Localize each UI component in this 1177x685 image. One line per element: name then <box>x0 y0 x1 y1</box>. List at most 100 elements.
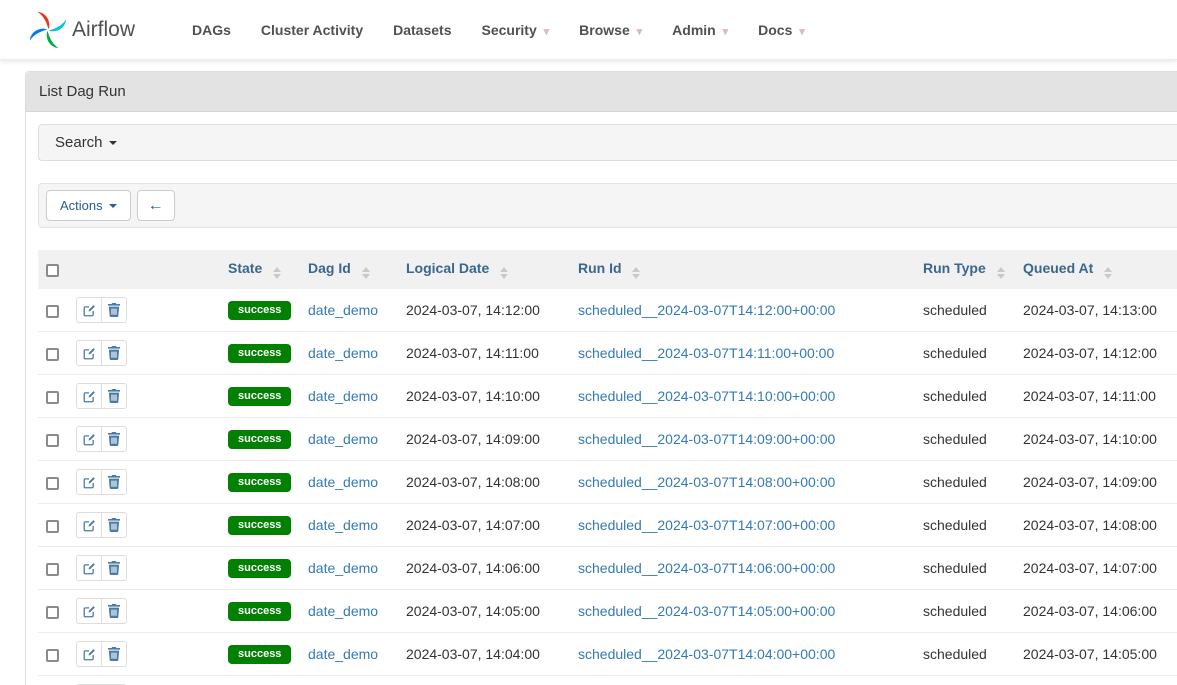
run-id-link[interactable]: scheduled__2024-03-07T14:06:00+00:00 <box>578 560 835 576</box>
edit-record-button[interactable] <box>76 426 102 452</box>
dag-id-link[interactable]: date_demo <box>308 431 378 447</box>
edit-record-button[interactable] <box>76 383 102 409</box>
delete-record-button[interactable] <box>101 641 127 667</box>
row-checkbox[interactable] <box>46 305 59 318</box>
sort-icon[interactable] <box>997 267 1005 279</box>
trash-icon <box>108 604 120 618</box>
run-id-link[interactable]: scheduled__2024-03-07T14:05:00+00:00 <box>578 603 835 619</box>
back-button[interactable]: ← <box>137 190 175 221</box>
state-badge: success <box>228 387 291 406</box>
logical-date-cell: 2024-03-07, 14:03:00 <box>398 676 570 685</box>
delete-record-button[interactable] <box>101 383 127 409</box>
table-row: success date_demo 2024-03-07, 14:10:00 s… <box>38 375 1177 418</box>
row-checkbox[interactable] <box>46 520 59 533</box>
nav-item[interactable]: Browse ▾ <box>564 22 657 38</box>
edit-icon <box>83 390 96 403</box>
table-row: success date_demo 2024-03-07, 14:04:00 s… <box>38 633 1177 676</box>
column-header-label: State <box>228 260 262 276</box>
logical-date-cell: 2024-03-07, 14:10:00 <box>398 375 570 418</box>
select-all-checkbox[interactable] <box>46 264 59 277</box>
dag-id-link[interactable]: date_demo <box>308 302 378 318</box>
sort-icon[interactable] <box>362 267 370 279</box>
airflow-home-link[interactable]: Airflow <box>28 10 135 50</box>
queued-at-cell: 2024-03-07, 14:06:00 <box>1015 590 1177 633</box>
row-checkbox[interactable] <box>46 434 59 447</box>
nav-item[interactable]: Docs ▾ <box>743 22 820 38</box>
logical-date-cell: 2024-03-07, 14:11:00 <box>398 332 570 375</box>
chevron-down-icon: ▾ <box>544 26 550 38</box>
table-row: success date_demo 2024-03-07, 14:11:00 s… <box>38 332 1177 375</box>
panel-body: Search Actions ← <box>26 112 1177 685</box>
dag-id-link[interactable]: date_demo <box>308 474 378 490</box>
row-checkbox[interactable] <box>46 391 59 404</box>
edit-record-button[interactable] <box>76 297 102 323</box>
row-action-group <box>76 383 127 409</box>
edit-record-button[interactable] <box>76 512 102 538</box>
row-action-group <box>76 340 127 366</box>
trash-icon <box>108 561 120 575</box>
run-id-link[interactable]: scheduled__2024-03-07T14:04:00+00:00 <box>578 646 835 662</box>
run-type-cell: scheduled <box>915 547 1015 590</box>
delete-record-button[interactable] <box>101 555 127 581</box>
nav-item-label: Datasets <box>393 22 451 38</box>
actions-button[interactable]: Actions <box>46 190 131 221</box>
edit-icon <box>83 519 96 532</box>
state-badge: success <box>228 602 291 621</box>
edit-record-button[interactable] <box>76 598 102 624</box>
nav-item[interactable]: Cluster Activity <box>246 22 378 38</box>
column-header[interactable]: State <box>220 250 300 289</box>
sort-icon[interactable] <box>632 267 640 279</box>
sort-icon[interactable] <box>273 267 281 279</box>
delete-record-button[interactable] <box>101 426 127 452</box>
row-checkbox[interactable] <box>46 477 59 490</box>
top-navbar: Airflow DAGs Cluster Activity Datasets S… <box>0 0 1177 60</box>
edit-record-button[interactable] <box>76 641 102 667</box>
queued-at-cell: 2024-03-07, 14:09:00 <box>1015 461 1177 504</box>
run-id-link[interactable]: scheduled__2024-03-07T14:09:00+00:00 <box>578 431 835 447</box>
nav-item[interactable]: Admin ▾ <box>657 22 743 38</box>
nav-item[interactable]: Security ▾ <box>466 22 564 38</box>
delete-record-button[interactable] <box>101 297 127 323</box>
edit-icon <box>83 304 96 317</box>
dag-id-link[interactable]: date_demo <box>308 560 378 576</box>
delete-record-button[interactable] <box>101 598 127 624</box>
run-type-cell: scheduled <box>915 289 1015 332</box>
run-id-link[interactable]: scheduled__2024-03-07T14:11:00+00:00 <box>578 345 834 361</box>
table-row: success date_demo 2024-03-07, 14:03:00 s… <box>38 676 1177 685</box>
row-checkbox[interactable] <box>46 649 59 662</box>
column-header[interactable]: Queued At <box>1015 250 1177 289</box>
row-checkbox[interactable] <box>46 348 59 361</box>
dag-id-link[interactable]: date_demo <box>308 345 378 361</box>
edit-record-button[interactable] <box>76 555 102 581</box>
run-id-link[interactable]: scheduled__2024-03-07T14:07:00+00:00 <box>578 517 835 533</box>
column-header[interactable]: Logical Date <box>398 250 570 289</box>
row-checkbox[interactable] <box>46 563 59 576</box>
edit-icon <box>83 562 96 575</box>
column-header[interactable]: Dag Id <box>300 250 398 289</box>
nav-item-label: Docs <box>758 22 792 38</box>
run-type-cell: scheduled <box>915 461 1015 504</box>
dag-id-link[interactable]: date_demo <box>308 603 378 619</box>
search-dropdown[interactable]: Search <box>38 124 1177 161</box>
edit-icon <box>83 476 96 489</box>
edit-record-button[interactable] <box>76 469 102 495</box>
column-header[interactable]: Run Type <box>915 250 1015 289</box>
delete-record-button[interactable] <box>101 469 127 495</box>
nav-item[interactable]: Datasets <box>378 22 466 38</box>
row-checkbox[interactable] <box>46 606 59 619</box>
edit-icon <box>83 648 96 661</box>
sort-icon[interactable] <box>1104 267 1112 279</box>
nav-item[interactable]: DAGs <box>177 22 246 38</box>
sort-icon[interactable] <box>500 267 508 279</box>
run-id-link[interactable]: scheduled__2024-03-07T14:10:00+00:00 <box>578 388 835 404</box>
delete-record-button[interactable] <box>101 340 127 366</box>
column-header[interactable]: Run Id <box>570 250 915 289</box>
run-id-link[interactable]: scheduled__2024-03-07T14:08:00+00:00 <box>578 474 835 490</box>
run-id-link[interactable]: scheduled__2024-03-07T14:12:00+00:00 <box>578 302 835 318</box>
table-row: success date_demo 2024-03-07, 14:09:00 s… <box>38 418 1177 461</box>
dag-id-link[interactable]: date_demo <box>308 646 378 662</box>
dag-id-link[interactable]: date_demo <box>308 388 378 404</box>
dag-id-link[interactable]: date_demo <box>308 517 378 533</box>
delete-record-button[interactable] <box>101 512 127 538</box>
edit-record-button[interactable] <box>76 340 102 366</box>
